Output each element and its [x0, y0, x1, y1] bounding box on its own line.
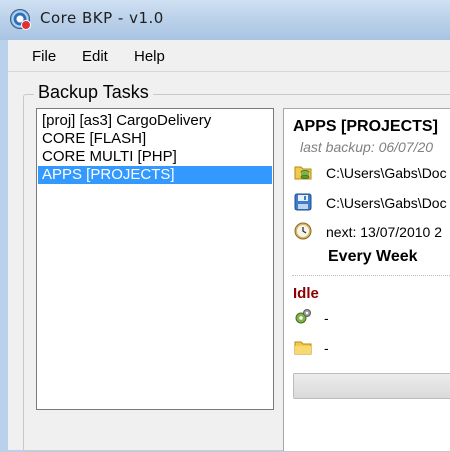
destination-path: C:\Users\Gabs\Doc — [326, 195, 447, 211]
title-bar[interactable]: Core BKP - v1.0 — [0, 0, 450, 40]
gears-icon — [294, 308, 312, 326]
task-item-apps-projects[interactable]: APPS [PROJECTS] — [38, 166, 272, 184]
separator — [292, 275, 450, 276]
menu-bar: File Edit Help — [8, 40, 450, 72]
task-item-core-multi-php[interactable]: CORE MULTI [PHP] — [38, 148, 272, 166]
current-file-text: - — [324, 340, 329, 356]
group-title: Backup Tasks — [34, 82, 153, 103]
last-backup-text: last backup: 06/07/20 — [300, 139, 434, 155]
activity-text: - — [324, 310, 329, 326]
database-folder-icon — [294, 163, 312, 181]
task-item-core-flash[interactable]: CORE [FLASH] — [38, 130, 272, 148]
app-icon — [10, 9, 31, 30]
next-run: next: 13/07/2010 2 — [326, 224, 442, 240]
detail-title: APPS [PROJECTS] — [293, 118, 438, 135]
progress-bar — [293, 373, 450, 399]
menu-file[interactable]: File — [32, 48, 56, 65]
folder-icon — [294, 338, 312, 356]
window-title: Core BKP - v1.0 — [40, 9, 164, 27]
task-detail-panel: APPS [PROJECTS] last backup: 06/07/20 C:… — [283, 108, 450, 451]
floppy-disk-icon — [294, 193, 312, 211]
task-list[interactable]: [proj] [as3] CargoDelivery CORE [FLASH] … — [36, 108, 274, 410]
menu-help[interactable]: Help — [134, 48, 165, 65]
source-path: C:\Users\Gabs\Doc — [326, 165, 447, 181]
schedule-frequency: Every Week — [328, 248, 418, 265]
menu-edit[interactable]: Edit — [82, 48, 108, 65]
clock-icon — [294, 222, 312, 240]
status-text: Idle — [293, 285, 319, 302]
task-item-cargodelivery[interactable]: [proj] [as3] CargoDelivery — [38, 112, 272, 130]
